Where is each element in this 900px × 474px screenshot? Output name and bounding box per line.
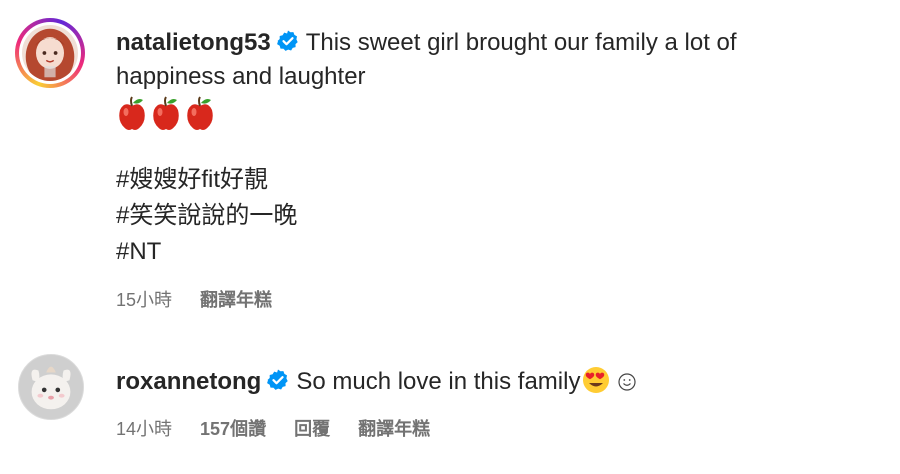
hashtag-list: #嫂嫂好fit好靚 #笑笑說說的一晚 #NT [116,162,860,270]
comment-line: roxannetong So much love in this family [116,365,860,399]
smiling-face-icon [618,373,637,391]
avatar-natalietong53[interactable] [22,25,78,81]
avatar-border [19,22,81,84]
reply-button[interactable]: 回覆 [294,415,330,441]
username[interactable]: roxannetong [116,368,261,395]
heart-eyes-face-icon [583,367,610,393]
comment-meta: 14小時 157個讚 回覆 翻譯年糕 [116,415,860,441]
translate-button[interactable]: 翻譯年糕 [200,286,272,312]
avatar-story-ring[interactable] [15,18,85,88]
comment-roxannetong: roxannetong So much love in this family 1… [0,340,900,474]
verified-badge-icon [276,29,300,53]
comment-meta: 15小時 翻譯年糕 [116,286,860,312]
translate-button[interactable]: 翻譯年糕 [358,415,430,441]
username[interactable]: natalietong53 [116,29,271,56]
verified-badge-icon [266,368,290,392]
apple-icon [153,96,179,130]
apple-icon [187,96,213,130]
comment-body: roxannetong So much love in this family 1… [116,365,860,441]
comment-natalietong53: natalietong53 This sweet girl brought our… [0,0,900,340]
comment-body: natalietong53 This sweet girl brought our… [116,26,860,312]
timestamp[interactable]: 14小時 [116,415,172,441]
emoji-row [116,96,860,136]
avatar-roxannetong[interactable] [18,354,84,420]
apple-icon [119,96,145,130]
likes-count[interactable]: 157個讚 [200,415,266,441]
hashtag-link[interactable]: #嫂嫂好fit好靚 [116,162,860,198]
caption-line-1: natalietong53 This sweet girl brought our… [116,26,860,60]
hashtag-link[interactable]: #NT [116,234,860,270]
caption-text: This sweet girl brought our family a lot… [305,29,737,56]
comment-text: So much love in this family [296,368,581,395]
timestamp[interactable]: 15小時 [116,286,172,312]
hashtag-link[interactable]: #笑笑說說的一晚 [116,198,860,234]
caption-line-2: happiness and laughter [116,63,366,90]
